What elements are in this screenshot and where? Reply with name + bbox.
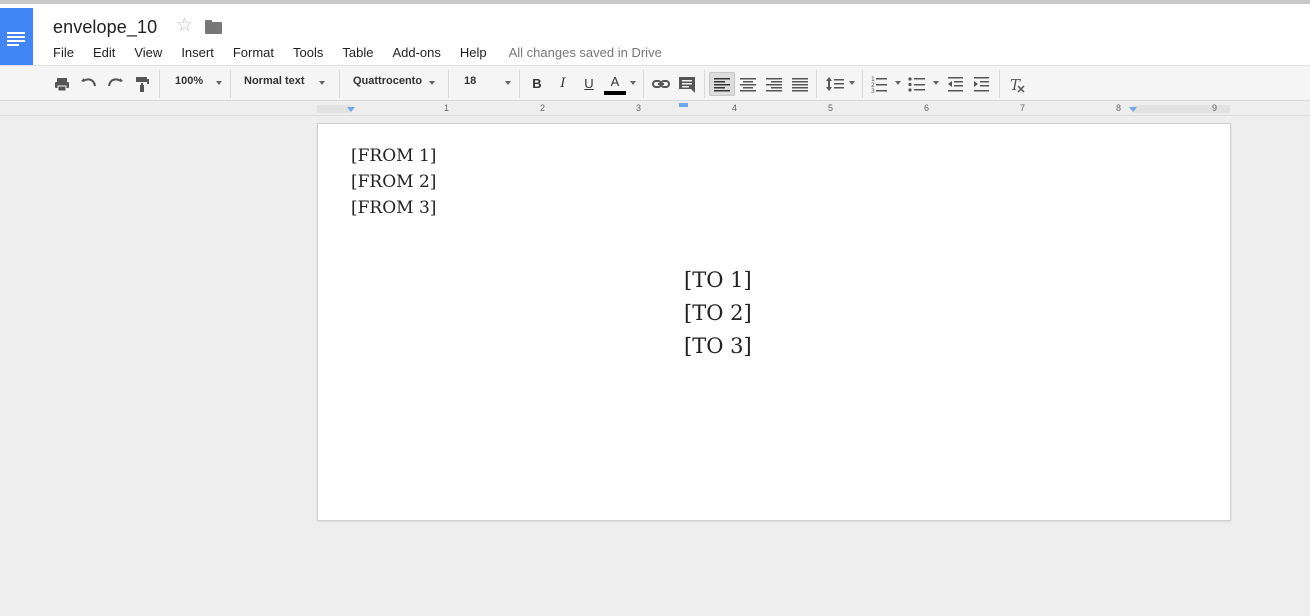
- menu-insert[interactable]: Insert: [181, 44, 214, 62]
- left-indent-marker-icon[interactable]: [347, 107, 355, 112]
- font-size-select[interactable]: 18: [464, 75, 476, 87]
- comment-icon[interactable]: [677, 72, 697, 96]
- document-page[interactable]: [FROM 1] [FROM 2] [FROM 3] [TO 1] [TO 2]…: [317, 123, 1231, 521]
- from-line-1[interactable]: [FROM 1]: [351, 143, 436, 169]
- ruler-number: 3: [636, 103, 642, 113]
- ruler-number: 6: [924, 103, 930, 113]
- increase-indent-icon[interactable]: [972, 72, 992, 96]
- bulleted-list-icon[interactable]: [907, 72, 927, 96]
- font-size-dropdown-icon[interactable]: [505, 81, 511, 85]
- clear-formatting-icon[interactable]: T: [1008, 72, 1028, 96]
- style-select[interactable]: Normal text: [244, 75, 305, 87]
- to-line-3[interactable]: [TO 3]: [684, 330, 752, 363]
- menu-addons[interactable]: Add-ons: [392, 44, 440, 62]
- to-line-2[interactable]: [TO 2]: [684, 297, 752, 330]
- align-right-button[interactable]: [763, 72, 785, 96]
- decrease-indent-icon[interactable]: [946, 72, 966, 96]
- numbered-list-dropdown-icon[interactable]: [895, 81, 901, 85]
- numbered-list-icon[interactable]: 123: [870, 72, 890, 96]
- line-spacing-dropdown-icon[interactable]: [849, 81, 855, 85]
- menu-table[interactable]: Table: [342, 44, 373, 62]
- text-color-button[interactable]: A: [604, 72, 626, 96]
- bulleted-list-dropdown-icon[interactable]: [933, 81, 939, 85]
- underline-button[interactable]: U: [579, 72, 599, 96]
- align-justify-button[interactable]: [789, 72, 811, 96]
- document-title[interactable]: envelope_10: [53, 17, 157, 38]
- from-line-2[interactable]: [FROM 2]: [351, 169, 436, 195]
- align-left-button[interactable]: [709, 72, 735, 96]
- font-select[interactable]: Quattrocento: [353, 75, 422, 87]
- ruler-number: 1: [444, 103, 450, 113]
- from-line-3[interactable]: [FROM 3]: [351, 195, 436, 221]
- ruler-number: 2: [540, 103, 546, 113]
- font-dropdown-icon[interactable]: [429, 81, 435, 85]
- save-status: All changes saved in Drive: [508, 45, 662, 60]
- menu-view[interactable]: View: [134, 44, 162, 62]
- right-indent-marker-icon[interactable]: [1129, 107, 1137, 112]
- ruler-number: 5: [828, 103, 834, 113]
- ruler-number: 8: [1116, 103, 1122, 113]
- italic-button[interactable]: I: [553, 72, 573, 96]
- link-icon[interactable]: [651, 72, 671, 96]
- align-center-button[interactable]: [737, 72, 759, 96]
- menu-bar: File Edit View Insert Format Tools Table…: [53, 44, 662, 62]
- text-color-swatch: [604, 91, 626, 95]
- ruler[interactable]: 1 2 3 4 5 6 7 8 9: [0, 102, 1310, 116]
- text-color-dropdown-icon[interactable]: [630, 81, 636, 85]
- svg-text:3: 3: [871, 88, 875, 95]
- folder-icon[interactable]: [205, 20, 222, 34]
- docs-logo-icon[interactable]: [0, 8, 33, 68]
- print-icon[interactable]: [53, 72, 71, 96]
- ruler-number: 4: [732, 103, 738, 113]
- zoom-select[interactable]: 100%: [175, 75, 203, 87]
- menu-edit[interactable]: Edit: [93, 44, 115, 62]
- text-color-letter: A: [610, 74, 620, 89]
- line-spacing-icon[interactable]: [824, 72, 846, 96]
- bold-button[interactable]: B: [527, 72, 547, 96]
- zoom-dropdown-icon[interactable]: [216, 81, 222, 85]
- paint-format-icon[interactable]: [133, 72, 151, 96]
- title-bar: envelope_10 ☆ File Edit View Insert Form…: [0, 0, 1310, 68]
- ruler-number: 7: [1020, 103, 1026, 113]
- menu-format[interactable]: Format: [233, 44, 274, 62]
- menu-help[interactable]: Help: [460, 44, 487, 62]
- menu-tools[interactable]: Tools: [293, 44, 323, 62]
- toolbar: 100% Normal text Quattrocento 18 B I U A: [0, 65, 1310, 101]
- style-dropdown-icon[interactable]: [319, 81, 325, 85]
- to-line-1[interactable]: [TO 1]: [684, 264, 752, 297]
- ruler-number: 9: [1212, 103, 1218, 113]
- first-line-indent-marker-icon[interactable]: [679, 103, 688, 107]
- redo-icon[interactable]: [106, 72, 124, 96]
- star-icon[interactable]: ☆: [176, 16, 193, 36]
- undo-icon[interactable]: [80, 72, 98, 96]
- menu-file[interactable]: File: [53, 44, 74, 62]
